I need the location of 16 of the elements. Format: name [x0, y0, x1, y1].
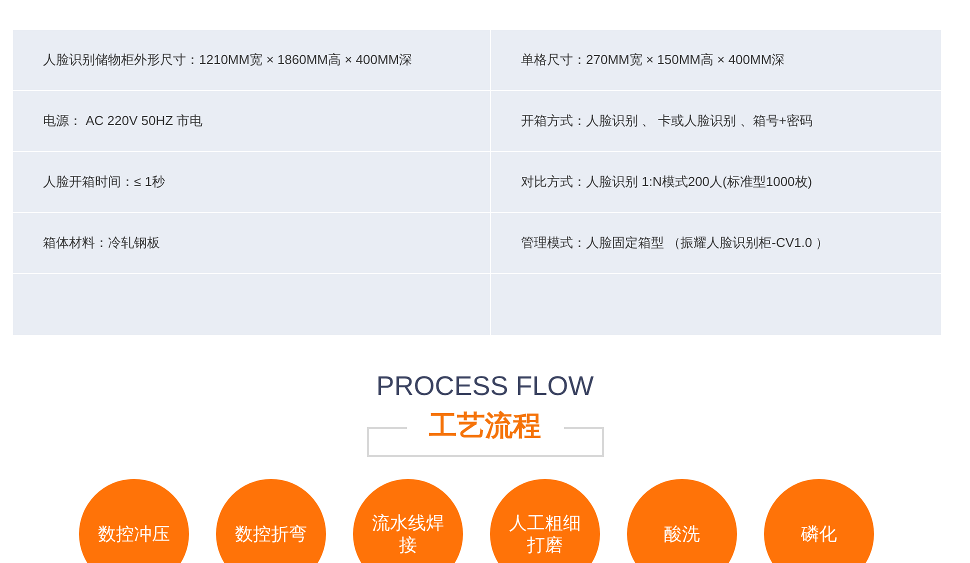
table-cell-text: 对比方式：人脸识别 1:N模式200人(标准型1000枚) [520, 173, 814, 191]
table-cell: 电源： AC 220V 50HZ 市电 [13, 91, 491, 151]
table-cell-text: 管理模式：人脸固定箱型 （振耀人脸识别柜-CV1.0 ） [520, 234, 830, 252]
table-cell: 箱体材料：冷轧钢板 [13, 213, 491, 273]
process-step: 人工粗细打磨 [490, 479, 600, 563]
table-cell: 人脸识别储物柜外形尺寸：1210MM宽 × 1860MM高 × 400MM深 [13, 30, 491, 90]
section-subtitle: 工艺流程 [429, 409, 541, 443]
table-cell-text: 开箱方式：人脸识别 、 卡或人脸识别 、箱号+密码 [520, 112, 814, 130]
process-step: 数控折弯 [216, 479, 326, 563]
process-step: 酸洗 [627, 479, 737, 563]
table-cell-text: 单格尺寸：270MM宽 × 150MM高 × 400MM深 [520, 51, 786, 69]
process-step: 流水线焊接 [353, 479, 463, 563]
process-step: 数控冲压 [79, 479, 189, 563]
table-cell: 人脸开箱时间：≤ 1秒 [13, 152, 491, 212]
process-step: 磷化 [764, 479, 874, 563]
section-title: PROCESS FLOW [376, 370, 594, 403]
